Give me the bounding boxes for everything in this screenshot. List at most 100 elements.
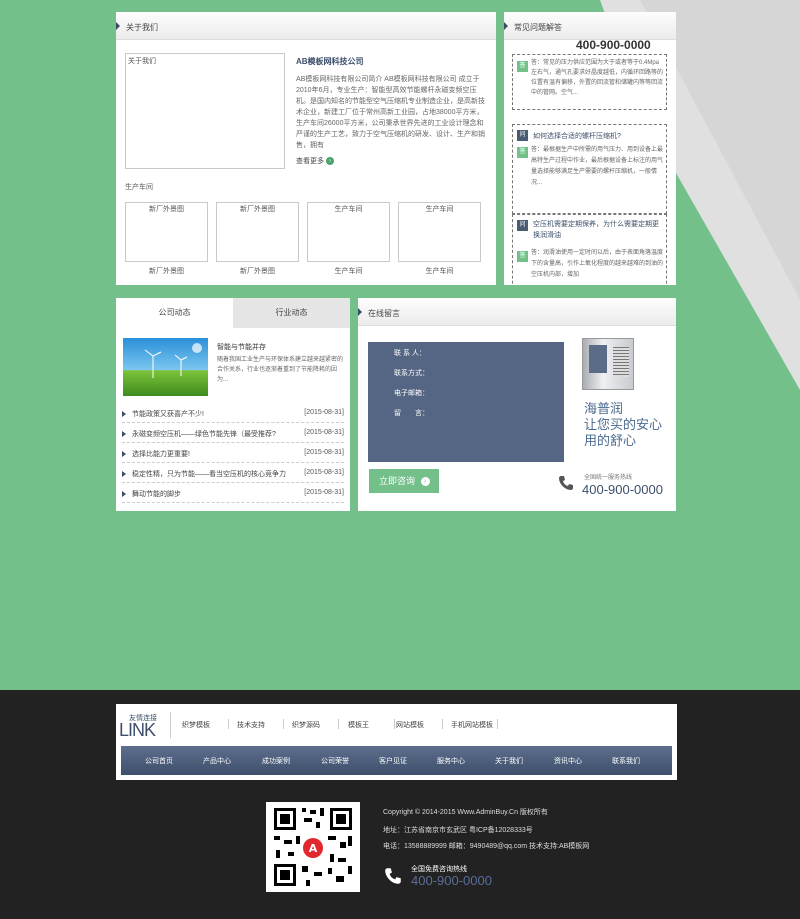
tab-company-news[interactable]: 公司动态: [116, 298, 233, 328]
arrow-icon: [358, 308, 362, 316]
nav-item[interactable]: 公司荣誉: [321, 756, 349, 766]
consult-button[interactable]: 立即咨询 ›: [369, 469, 439, 493]
contact-label: 联系方式：: [394, 370, 429, 377]
more-label: 查看更多: [296, 158, 324, 165]
news-date: [2015-08-31]: [304, 449, 344, 456]
contact-field[interactable]: 联系方式：: [368, 362, 564, 382]
news-panel: 公司动态 行业动态 智能与节能并存 随着我国工业生产与环保体系建立越来越紧密的合…: [116, 298, 350, 511]
nav-item[interactable]: 产品中心: [203, 756, 231, 766]
gallery-caption[interactable]: 新厂外景图: [216, 266, 299, 276]
message-title: 在线留言: [368, 309, 400, 318]
faq-item-3[interactable]: 问 空压机需要定期保养，为什么需要定期更换润滑油 答 答：润滑油使用一定时间以后…: [512, 214, 667, 285]
nav-item[interactable]: 成功案例: [262, 756, 290, 766]
gallery-caption[interactable]: 新厂外景图: [125, 266, 208, 276]
links-divider: [170, 712, 171, 738]
links-title-big: LINK: [119, 720, 156, 740]
hotline-label: 全国统一服务热线: [584, 475, 633, 481]
news-title: 稳定性精，只为节能——看当空压机的核心竞争力: [132, 471, 286, 478]
news-item[interactable]: 永磁变频空压机——绿色节能先锋（最受推荐? [2015-08-31]: [122, 423, 344, 443]
bullet-arrow-icon: [122, 411, 126, 417]
news-title: 永磁变频空压机——绿色节能先锋（最受推荐?: [132, 431, 276, 438]
gallery-image-alt: 生产车间: [334, 206, 363, 213]
email-field[interactable]: 电子邮箱：: [368, 382, 564, 402]
news-feature-desc: 随着我国工业生产与环保体系建立越来越紧密的合作关系，行业也逐渐着重到了节能降耗的…: [217, 357, 343, 383]
name-field[interactable]: 联 系 人：: [368, 342, 564, 362]
faq-item-1[interactable]: 答 答：常见的压力供应范围为大于或者等于0.4Mpa左右气，通气孔要求好晶度越低…: [512, 54, 667, 110]
friend-link[interactable]: 模板王: [348, 720, 369, 730]
bullet-arrow-icon: [122, 451, 126, 457]
message-header: 在线留言: [358, 298, 676, 326]
answer-icon: 答: [517, 251, 528, 262]
friend-link[interactable]: 织梦源码: [292, 720, 320, 730]
message-panel: 在线留言 联 系 人： 联系方式： 电子邮箱： 留 言： 立即咨询 › 海普润 …: [358, 298, 676, 511]
main-nav: 公司首页 产品中心 成功案例 公司荣誉 客户见证 服务中心 关于我们 资讯中心 联系我们: [121, 746, 672, 775]
arrow-circle-icon: ›: [325, 157, 334, 166]
link-separator: [442, 719, 443, 729]
news-item[interactable]: 舞动节能的脚步 [2015-08-31]: [122, 483, 344, 503]
nav-item[interactable]: 联系我们: [612, 756, 640, 766]
friend-link[interactable]: 手机网站模板: [451, 720, 493, 730]
gallery-image[interactable]: 新厂外景图: [216, 202, 299, 262]
company-desc: AB模板网科技有限公司简介 AB模板网科技有限公司 成立于2010年6月，专业生…: [296, 76, 485, 149]
link-separator: [283, 719, 284, 729]
news-title: 选择比能力更重要!: [132, 451, 190, 458]
nav-item[interactable]: 资讯中心: [554, 756, 582, 766]
workshop-label: 生产车间: [125, 184, 153, 191]
name-label: 联 系 人：: [394, 350, 426, 357]
nav-item[interactable]: 客户见证: [379, 756, 407, 766]
news-date: [2015-08-31]: [304, 409, 344, 416]
gallery-caption[interactable]: 生产车间: [398, 266, 481, 276]
friend-link[interactable]: 织梦模板: [182, 720, 210, 730]
consult-label: 立即咨询: [379, 476, 416, 486]
qr-code-icon: A: [274, 808, 352, 886]
link-separator: [497, 719, 498, 729]
about-panel: 关于我们 关于我们 AB模板网科技公司 AB模板网科技有限公司简介 AB模板网科…: [116, 12, 496, 285]
bullet-arrow-icon: [122, 431, 126, 437]
slogan-line-2: 用的舒心: [584, 433, 637, 448]
news-item[interactable]: 节能政策又获喜产不少! [2015-08-31]: [122, 403, 344, 423]
arrow-icon: [116, 22, 120, 30]
faq-panel: 常见问题解答 400-900-0000 答 答：常见的压力供应范围为大于或者等于…: [504, 12, 676, 285]
faq-question: 空压机需要定期保养，为什么需要定期更换润滑油: [533, 221, 659, 239]
nav-item[interactable]: 服务中心: [437, 756, 465, 766]
faq-answer: 答：常见的压力供应范围为大于或者等于0.4Mpa左右气，通气孔要求好晶度越低，内…: [531, 60, 663, 96]
link-separator: [338, 719, 339, 729]
question-icon: 问: [517, 220, 528, 231]
about-image-alt: 关于我们: [128, 58, 156, 65]
news-feature-image[interactable]: [123, 338, 208, 396]
friend-link[interactable]: 技术支持: [237, 720, 265, 730]
news-tabs: 公司动态 行业动态: [116, 298, 350, 328]
about-header: 关于我们: [116, 12, 496, 40]
company-name[interactable]: AB模板网科技公司: [296, 56, 364, 67]
news-feature-title[interactable]: 智能与节能并存: [217, 342, 266, 352]
news-item[interactable]: 选择比能力更重要! [2015-08-31]: [122, 443, 344, 463]
gallery-caption[interactable]: 生产车间: [307, 266, 390, 276]
faq-item-2[interactable]: 问 如何选择合适的螺杆压缩机? 答 答：最根据生产中所需的用气压力、用到设备上最…: [512, 124, 667, 214]
compressor-image: [582, 338, 634, 390]
gallery-image[interactable]: 生产车间: [307, 202, 390, 262]
qr-code: A: [266, 802, 360, 892]
message-label: 留 言：: [394, 410, 429, 417]
news-item[interactable]: 稳定性精，只为节能——看当空压机的核心竞争力 [2015-08-31]: [122, 463, 344, 483]
about-title: 关于我们: [126, 23, 158, 32]
bullet-arrow-icon: [122, 471, 126, 477]
answer-icon: 答: [517, 147, 528, 158]
bullet-arrow-icon: [122, 491, 126, 497]
hotline-phone: 400-900-0000: [582, 482, 663, 497]
answer-icon: 答: [517, 61, 528, 72]
nav-item[interactable]: 公司首页: [145, 756, 173, 766]
email-label: 电子邮箱：: [394, 390, 429, 397]
message-textarea[interactable]: 留 言：: [368, 402, 564, 462]
gallery-image[interactable]: 生产车间: [398, 202, 481, 262]
faq-header: 常见问题解答: [504, 12, 676, 40]
faq-answer: 答：最根据生产中所需的用气压力、用到设备上最高特生产过程中作业，最后根据设备上标…: [531, 147, 663, 186]
compressor-vent: [613, 347, 629, 377]
svg-text:A: A: [309, 842, 318, 855]
more-link[interactable]: 查看更多 ›: [296, 156, 334, 166]
gallery-image[interactable]: 新厂外景图: [125, 202, 208, 262]
footer-hotline-phone: 400-900-0000: [411, 873, 492, 888]
question-icon: 问: [517, 130, 528, 141]
nav-item[interactable]: 关于我们: [495, 756, 523, 766]
tab-industry-news[interactable]: 行业动态: [233, 298, 350, 328]
friend-link[interactable]: 网站模板: [396, 720, 424, 730]
